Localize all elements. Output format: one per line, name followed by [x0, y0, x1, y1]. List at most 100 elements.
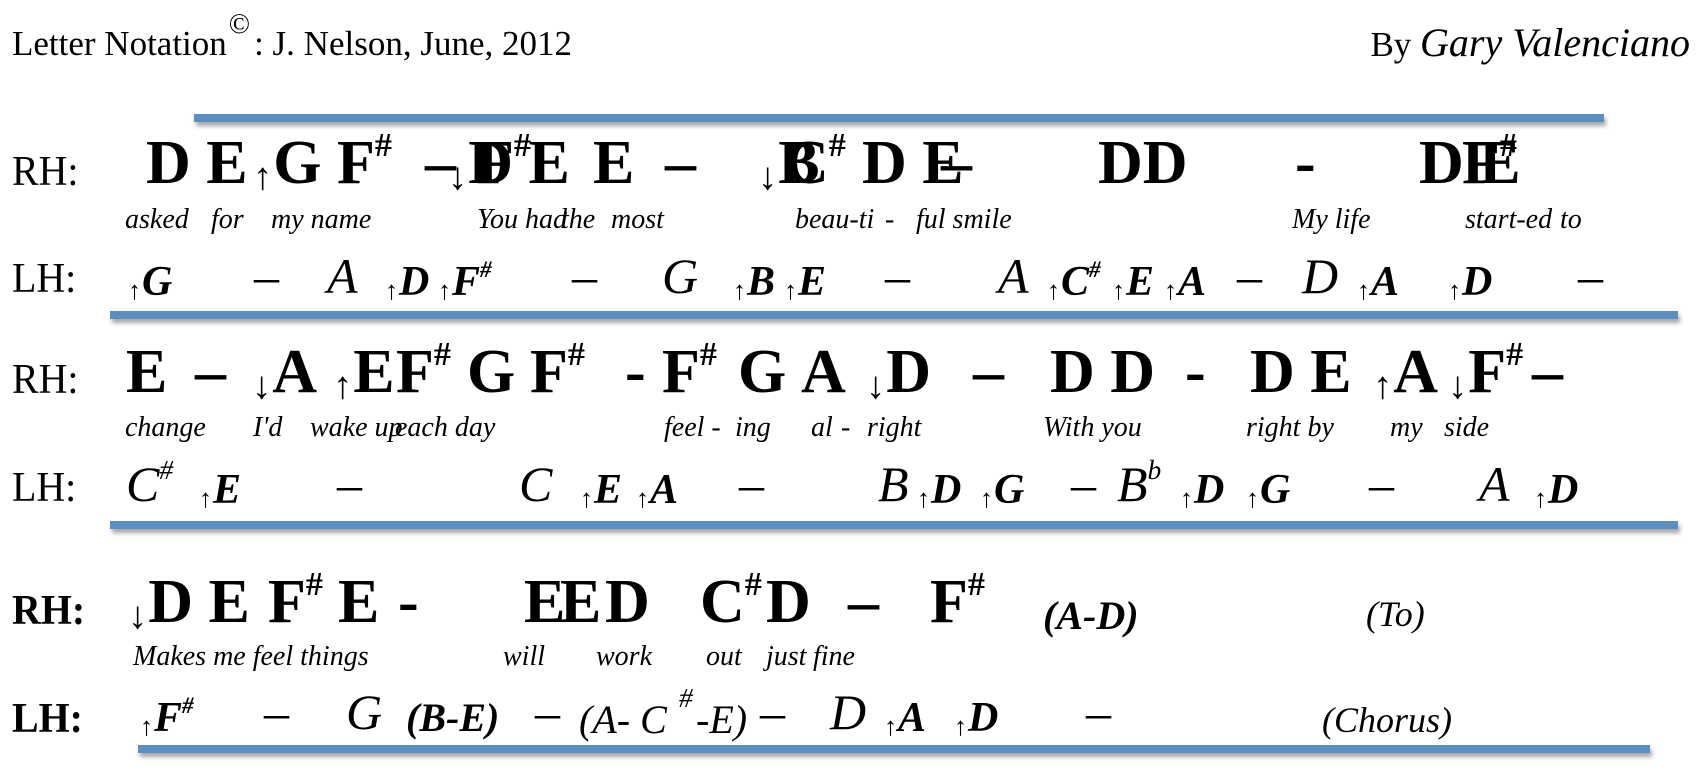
arrow-up-icon: ↑ [253, 155, 273, 198]
sharp-icon: # [159, 454, 174, 486]
rest-dash: – [1532, 338, 1563, 406]
lh-token: – [760, 684, 785, 740]
rh-token: E [560, 570, 601, 634]
sharp-icon: # [513, 127, 531, 165]
arrow-up-icon: ↑ [385, 275, 399, 305]
note-letter: E [1126, 259, 1155, 305]
note-letter: G [467, 338, 516, 406]
note-letter: A [1479, 456, 1510, 512]
lyric-word: right by [1246, 412, 1334, 443]
rh-token: G [467, 340, 515, 404]
note-letter: B [1117, 456, 1148, 512]
note-letter: G [738, 338, 787, 406]
lh-token: ↑B [733, 254, 775, 319]
sharp-icon: # [374, 127, 392, 165]
note-letter: G [346, 684, 383, 740]
divider-bar-1 [110, 311, 1678, 319]
lyric-word: side [1444, 412, 1490, 443]
rh-token: ↓F# [1448, 338, 1523, 418]
note-letter: F [530, 338, 568, 406]
sharp-icon: # [182, 691, 194, 718]
rh-token: F# [396, 338, 451, 406]
lh-token: – [264, 684, 289, 740]
lh-token: ↑E [580, 462, 622, 527]
lyric-word: will [503, 641, 546, 672]
note-letter: A [998, 248, 1029, 304]
lyric-word: each day [395, 412, 496, 443]
artist-byline: By Gary Valenciano [1370, 22, 1690, 66]
rest-dash: – [739, 456, 764, 512]
arrow-up-icon: ↑ [438, 275, 452, 305]
lyric-word: my name [271, 204, 372, 235]
lh-token: # [679, 684, 693, 740]
lh-token: ↑G [1246, 462, 1290, 527]
arrow-up-icon: ↑ [636, 483, 650, 513]
arrow-down-icon: ↓ [448, 155, 468, 198]
note-letter: F [930, 568, 968, 636]
rest-dash: – [535, 684, 560, 740]
note-letter: F [396, 338, 434, 406]
note-letter: E [593, 129, 635, 197]
rest-dash: – [1369, 456, 1394, 512]
arrow-up-icon: ↑ [1164, 275, 1178, 305]
note-letter: D D [1050, 338, 1156, 406]
lh-token: G [346, 684, 382, 740]
arrow-up-icon: ↑ [1047, 275, 1061, 305]
lyric-word: most [611, 204, 664, 235]
note-letter: (A- C [579, 697, 667, 742]
lh-token: ↑D [1448, 254, 1492, 319]
sharp-icon: # [1499, 127, 1517, 165]
lh-token: Bb [1117, 456, 1161, 512]
lh-token: – [254, 248, 279, 304]
note-letter: A [650, 467, 679, 513]
arrow-up-icon: ↑ [1246, 483, 1260, 513]
rh-token: (A-D) [1043, 584, 1139, 648]
note-letter: C [126, 456, 160, 512]
note-letter: D [1302, 248, 1339, 304]
title-text: Letter Notation [12, 24, 227, 63]
rest-dash: – [885, 248, 910, 304]
lh-token: – [739, 456, 764, 512]
sharp-icon: # [433, 336, 451, 374]
arrow-up-icon: ↑ [1112, 275, 1126, 305]
lyric-word: Makes me feel things [133, 641, 369, 672]
note-letter: D E [146, 129, 248, 197]
note-letter: E [594, 467, 623, 513]
rest-dash: – [1071, 456, 1096, 512]
rh-token: – [848, 570, 879, 634]
rh-token: D [605, 570, 650, 634]
note-letter: F [1462, 129, 1500, 197]
lh-token: ↑D [917, 462, 961, 527]
arrow-up-icon: ↑ [954, 711, 968, 741]
note-letter: E [126, 338, 168, 406]
lyric-word: ful smile [916, 204, 1012, 235]
arrow-up-icon: ↑ [1534, 483, 1548, 513]
rh-token: F# [476, 129, 531, 195]
arrow-up-icon: ↑ [884, 711, 898, 741]
lyric-word: to [1560, 204, 1582, 235]
lh-token: ↑G [980, 462, 1024, 527]
arrow-up-icon: ↑ [1373, 364, 1393, 407]
lh-label-2: LH: [12, 465, 77, 511]
arrow-down-icon: ↓ [1448, 364, 1468, 407]
sharp-icon: # [567, 336, 585, 374]
note-letter: D [766, 568, 811, 636]
note-letter: E [338, 568, 380, 636]
lyric-word: al [811, 412, 833, 443]
note-letter: G [1260, 467, 1291, 513]
lh-token: ↑D [1180, 462, 1224, 527]
note-letter: D [830, 684, 867, 740]
note-letter: E [213, 467, 242, 513]
lyric-word: With you [1043, 412, 1142, 443]
rh-token: F# [268, 568, 323, 634]
lh-token: A [327, 248, 358, 304]
lh-token: ↑D [1534, 462, 1578, 527]
note-letter: D [1548, 467, 1579, 513]
lh-token: -E) [696, 692, 747, 748]
rh-token: C# [784, 129, 846, 195]
note-letter: C [519, 456, 553, 512]
arrow-up-icon: ↑ [580, 483, 594, 513]
note-letter: G [662, 248, 699, 304]
lh-token: – [337, 456, 362, 512]
lh-token: (A- C [579, 692, 667, 748]
